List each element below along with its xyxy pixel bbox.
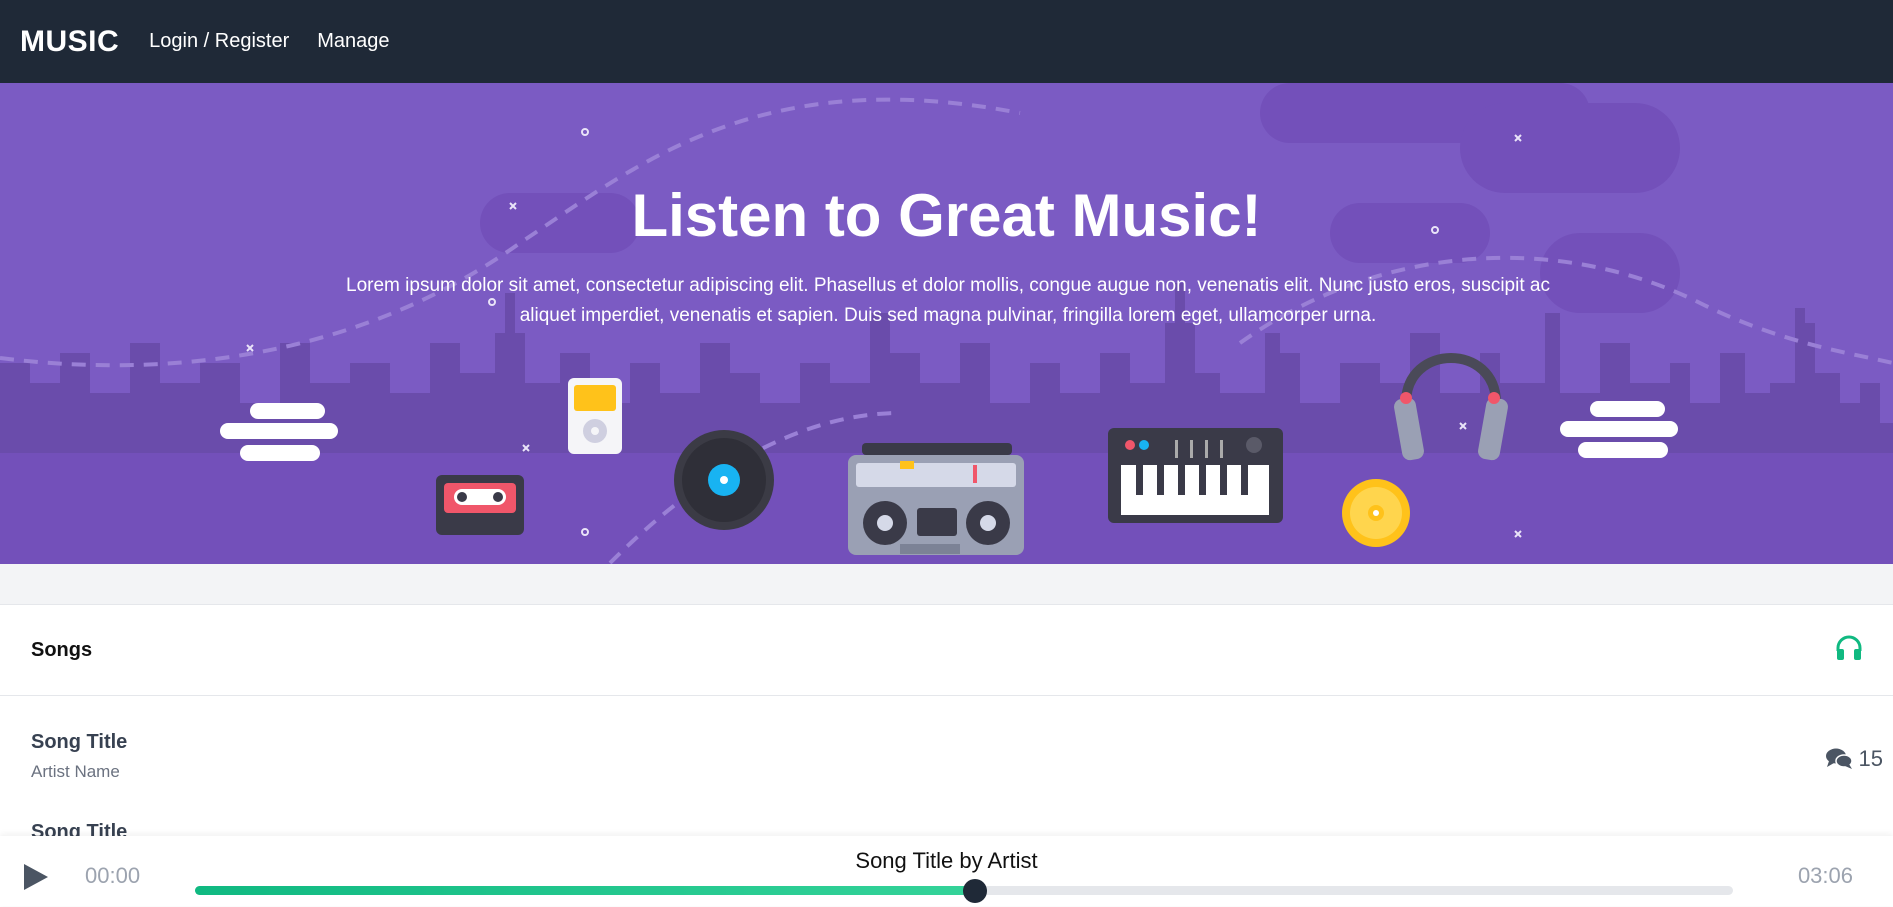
audio-player: 00:00 Song Title by Artist 03:06 [0, 836, 1893, 906]
manage-link[interactable]: Manage [317, 30, 389, 53]
songs-card-header: Songs [0, 605, 1893, 696]
brand-logo[interactable]: MUSIC [20, 25, 119, 59]
comment-count: 15 [1825, 746, 1883, 772]
comments-icon [1825, 748, 1853, 769]
now-playing-label: Song Title by Artist [855, 848, 1038, 873]
list-item[interactable]: Song Title Artist Name [31, 731, 127, 782]
songs-heading: Songs [31, 638, 93, 661]
hero-description: Lorem ipsum dolor sit amet, consectetur … [346, 275, 1550, 326]
comment-count-value: 15 [1858, 746, 1883, 771]
headphones-icon [1835, 635, 1863, 666]
login-register-link[interactable]: Login / Register [149, 30, 289, 53]
hero-title: Listen to Great Music! [631, 182, 1262, 249]
song-artist: Artist Name [31, 762, 120, 781]
hero-banner: Listen to Great Music! Lorem ipsum dolor… [0, 83, 1893, 564]
song-title[interactable]: Song Title [31, 731, 127, 754]
top-navbar: MUSIC Login / Register Manage [0, 0, 1893, 83]
progress-thumb[interactable] [962, 879, 987, 903]
progress-fill [195, 886, 975, 895]
progress-bar[interactable] [195, 879, 1733, 903]
duration: 03:06 [1797, 863, 1853, 888]
